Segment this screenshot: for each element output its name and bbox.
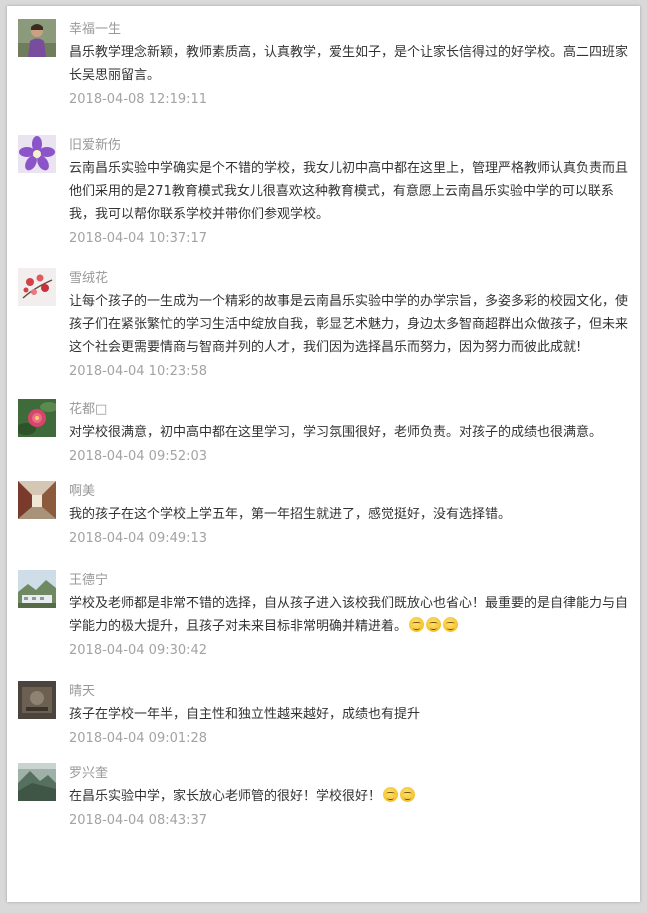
comment-text: 昌乐教学理念新颖，教师素质高，认真教学，爱生如子，是个让家长信得过的好学校。高二… [69,45,629,83]
landscape-avatar[interactable] [18,570,56,608]
comment-text: 在昌乐实验中学，家长放心老师管的很好！学校很好！ [69,785,628,808]
commenter-name: 旧爱新伤 [69,138,122,153]
corridor-avatar[interactable] [18,481,56,519]
commenter-name: 花都□ [69,402,108,417]
commenter-name: 幸福一生 [69,22,122,37]
comment-timestamp: 2018-04-04 09:52:03 [69,449,208,464]
commenter-name: 王德宁 [69,573,109,588]
smile-emoji-icon [383,787,399,802]
purple-flower-avatar[interactable] [18,135,56,173]
smile-emoji-icon [400,787,416,802]
comment-text: 让每个孩子的一生成为一个精彩的故事是云南昌乐实验中学的办学宗旨，多姿多彩的校园文… [69,294,629,355]
comment-panel: 幸福一生 昌乐教学理念新颖，教师素质高，认真教学，爱生如子，是个让家长信得过的好… [7,6,640,902]
misty-mountain-avatar[interactable] [18,763,56,801]
comment-timestamp: 2018-04-04 10:23:58 [69,364,208,379]
comment-item: 晴天 孩子在学校一年半，自主性和独立性越来越好，成绩也有提升 2018-04-0… [18,681,628,749]
smile-emoji-icon [426,617,442,632]
comment-timestamp: 2018-04-04 10:37:17 [69,231,208,246]
comment-timestamp: 2018-04-04 08:43:37 [69,813,208,828]
comment-item: 花都□ 对学校很满意，初中高中都在这里学习，学习氛围很好，老师负责。对孩子的成绩… [18,399,628,467]
comment-timestamp: 2018-04-04 09:49:13 [69,531,208,546]
commenter-name: 雪绒花 [69,271,109,286]
comment-item: 幸福一生 昌乐教学理念新颖，教师素质高，认真教学，爱生如子，是个让家长信得过的好… [18,19,628,110]
commenter-name: 晴天 [69,684,96,699]
commenter-name: 罗兴奎 [69,766,109,781]
comment-timestamp: 2018-04-04 09:01:28 [69,731,208,746]
comment-item: 旧爱新伤 云南昌乐实验中学确实是个不错的学校，我女儿初中高中都在这里上，管理严格… [18,135,628,249]
comment-item: 啊美 我的孩子在这个学校上学五年，第一年招生就进了，感觉挺好，没有选择错。 20… [18,481,628,549]
comment-text-content: 在昌乐实验中学，家长放心老师管的很好！学校很好！ [69,789,382,804]
comment-text: 我的孩子在这个学校上学五年，第一年招生就进了，感觉挺好，没有选择错。 [69,507,512,522]
comment-item: 王德宁 学校及老师都是非常不错的选择，自从孩子进入该校我们既放心也省心！最重要的… [18,570,628,661]
commenter-name: 啊美 [69,484,96,499]
comment-text: 学校及老师都是非常不错的选择，自从孩子进入该校我们既放心也省心！最重要的是自律能… [69,592,628,638]
red-blossom-avatar[interactable] [18,268,56,306]
comment-timestamp: 2018-04-04 09:30:42 [69,643,208,658]
smile-emoji-icon [409,617,425,632]
comment-timestamp: 2018-04-08 12:19:11 [69,92,208,107]
dark-photo-avatar[interactable] [18,681,56,719]
child-portrait-avatar[interactable] [18,19,56,57]
comment-text-content: 学校及老师都是非常不错的选择，自从孩子进入该校我们既放心也省心！最重要的是自律能… [69,596,629,634]
comment-text: 对学校很满意，初中高中都在这里学习，学习氛围很好，老师负责。对孩子的成绩也很满意… [69,425,603,440]
comment-text: 孩子在学校一年半，自主性和独立性越来越好，成绩也有提升 [69,707,421,722]
smile-emoji-icon [443,617,459,632]
pink-flower-avatar[interactable] [18,399,56,437]
comment-text: 云南昌乐实验中学确实是个不错的学校，我女儿初中高中都在这里上，管理严格教师认真负… [69,161,629,222]
comment-item: 罗兴奎 在昌乐实验中学，家长放心老师管的很好！学校很好！ 2018-04-04 … [18,763,628,831]
comment-item: 雪绒花 让每个孩子的一生成为一个精彩的故事是云南昌乐实验中学的办学宗旨，多姿多彩… [18,268,628,382]
